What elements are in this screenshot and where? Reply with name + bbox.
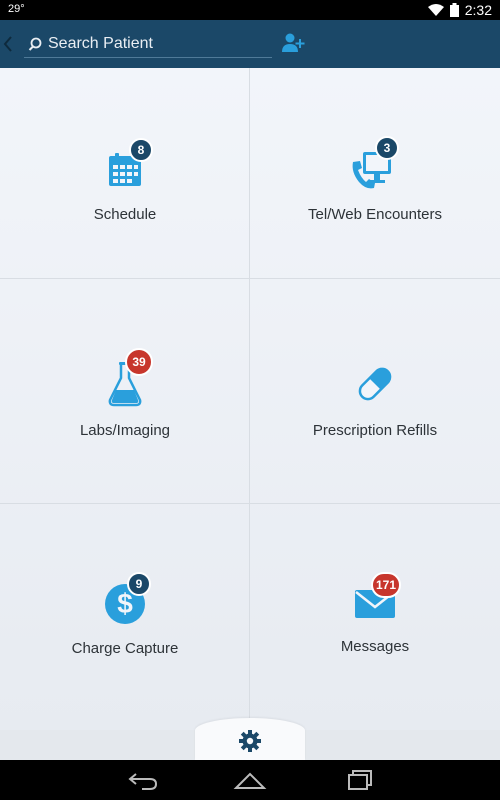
encounters-count-badge: 3 [375, 136, 399, 160]
tile-label: Schedule [93, 206, 157, 223]
back-icon[interactable] [126, 768, 162, 792]
gear-icon[interactable] [238, 729, 262, 753]
chevron-left-icon[interactable] [2, 34, 14, 54]
tile-label: Tel/Web Encounters [308, 206, 442, 223]
schedule-count-badge: 8 [129, 138, 153, 162]
tile-label: Charge Capture [71, 640, 179, 657]
app-header [0, 20, 500, 68]
search-patient-input[interactable] [48, 34, 258, 53]
tile-label: Prescription Refills [312, 422, 438, 439]
status-bar: 29° 2:32 [0, 0, 500, 20]
tile-label: Messages [340, 638, 410, 655]
messages-count-badge: 171 [371, 572, 401, 598]
add-user-icon[interactable] [280, 32, 306, 54]
wifi-icon [427, 4, 444, 16]
tile-labs-imaging[interactable]: 39 Labs/Imaging [0, 348, 250, 572]
feature-grid: 8 Schedule 3 Tel/Web Encounters 39 Labs/… [0, 68, 500, 730]
navigation-bar [0, 760, 500, 800]
tile-tel-web-encounters[interactable]: 3 Tel/Web Encounters [250, 136, 500, 360]
labs-count-badge: 39 [125, 348, 153, 376]
pill-icon [358, 367, 392, 401]
tile-label: Labs/Imaging [79, 422, 171, 439]
tile-schedule[interactable]: 8 Schedule [0, 138, 250, 360]
tile-prescription-refills[interactable]: Prescription Refills [250, 352, 500, 572]
battery-icon [449, 3, 459, 17]
recent-apps-icon[interactable] [340, 768, 376, 792]
search-icon [28, 37, 42, 51]
clock: 2:32 [464, 2, 492, 18]
search-box[interactable] [24, 30, 272, 58]
temperature-indicator: 29° [8, 3, 25, 15]
home-icon[interactable] [232, 768, 268, 792]
charge-count-badge: 9 [127, 572, 151, 596]
